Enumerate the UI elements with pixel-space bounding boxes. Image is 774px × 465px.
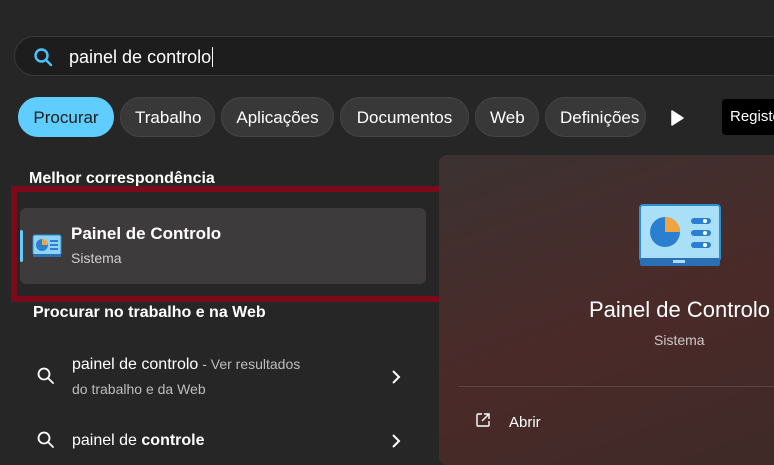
web-result-1-text: painel de controlo - Ver resultados do t… <box>72 356 301 397</box>
chevron-right-icon <box>392 370 401 384</box>
filter-chips: Procurar Trabalho Aplicações Documentos … <box>0 97 774 139</box>
web-result-2-text: painel de controle <box>72 432 205 449</box>
open-action[interactable]: Abrir <box>509 414 541 431</box>
chip-aplicacoes[interactable]: Aplicações <box>221 97 334 137</box>
highlight-box <box>11 186 447 302</box>
chip-definicoes[interactable]: Definições <box>545 97 646 137</box>
preview-pane: Painel de Controlo Sistema Abrir <box>439 155 774 465</box>
search-icon <box>34 48 53 67</box>
register-button[interactable]: Registe <box>722 99 774 135</box>
web-results-heading: Procurar no trabalho e na Web <box>33 304 266 321</box>
divider <box>459 386 774 387</box>
chip-documentos[interactable]: Documentos <box>340 97 469 137</box>
chevron-right-icon <box>392 434 401 448</box>
text-caret <box>212 47 214 67</box>
chip-procurar[interactable]: Procurar <box>18 97 114 137</box>
search-icon <box>37 367 54 384</box>
search-box[interactable]: painel de controlo <box>14 36 774 76</box>
preview-subtitle: Sistema <box>654 332 705 348</box>
chip-trabalho[interactable]: Trabalho <box>120 97 215 137</box>
more-filters-play-icon[interactable] <box>668 109 686 127</box>
preview-title: Painel de Controlo <box>589 297 771 322</box>
chip-web[interactable]: Web <box>475 97 539 137</box>
web-result-1[interactable]: painel de controlo - Ver resultados do t… <box>20 352 426 402</box>
search-icon <box>37 431 54 448</box>
web-result-2[interactable]: painel de controle <box>20 428 426 454</box>
open-external-icon[interactable] <box>475 412 491 428</box>
control-panel-icon <box>639 204 721 266</box>
search-input[interactable]: painel de controlo <box>69 47 214 68</box>
